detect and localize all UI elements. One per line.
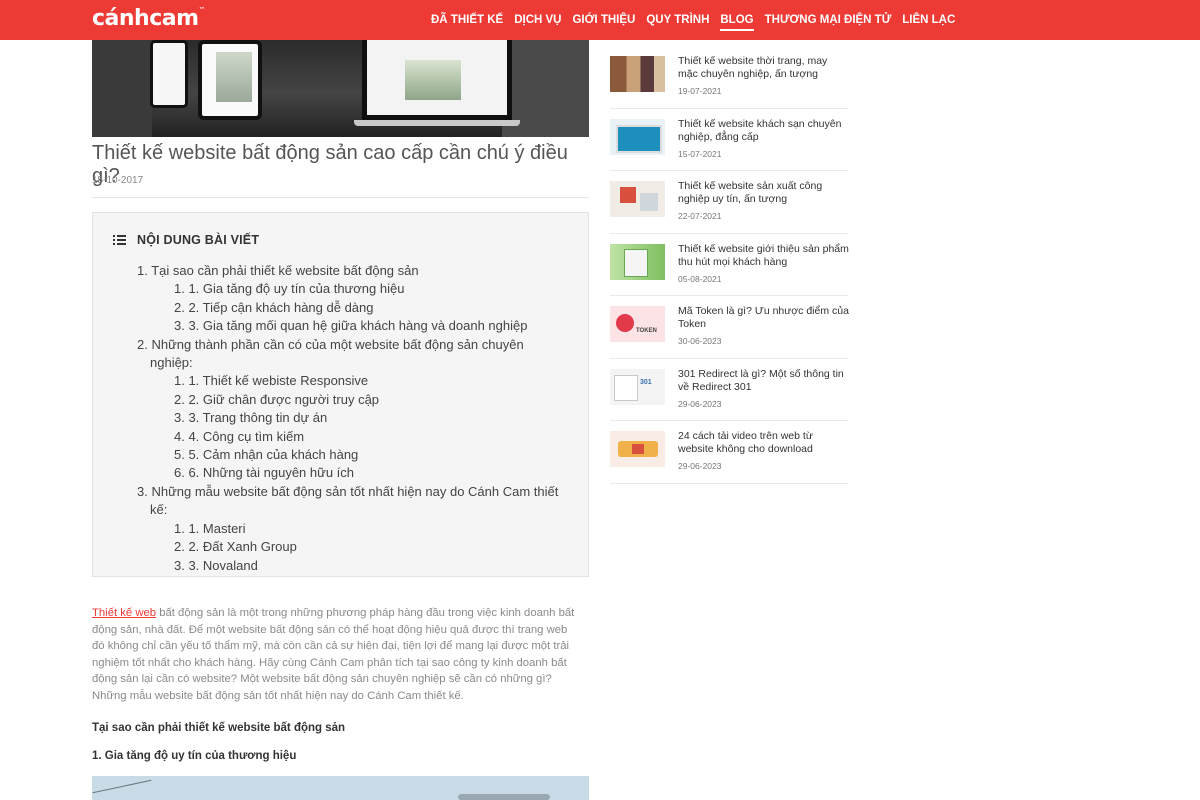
top-nav-bar: cánhcam™ ĐÃ THIẾT KẾ DỊCH VỤ GIỚI THIỆU …: [0, 0, 1200, 40]
post-title[interactable]: Thiết kế website sản xuất công nghiệp uy…: [678, 180, 850, 206]
toc-item[interactable]: 3. 3. Trang thông tin dự án: [137, 409, 562, 427]
post-title[interactable]: Thiết kế website khách sạn chuyên nghiệp…: [678, 118, 850, 144]
list-item[interactable]: Thiết kế website giới thiệu sản phẩm thu…: [610, 234, 850, 296]
post-date: 15-07-2021: [678, 148, 722, 159]
toc-item[interactable]: 3. 3. Novaland: [137, 557, 562, 575]
hero-building-left: [92, 40, 152, 137]
post-date: 29-06-2023: [678, 398, 722, 409]
post-title[interactable]: Thiết kế website giới thiệu sản phẩm thu…: [678, 243, 850, 269]
article-title: Thiết kế website bất động sản cao cấp cầ…: [92, 142, 568, 187]
toc-list: 1. Tại sao cần phải thiết kế website bất…: [137, 262, 562, 575]
toc-item[interactable]: 5. 5. Cảm nhận của khách hàng: [137, 446, 562, 464]
nav-item-da-thiet-ke[interactable]: ĐÃ THIẾT KẾ: [431, 0, 503, 40]
article-intro: Thiết kế web bất động sản là một trong n…: [92, 605, 575, 704]
post-title[interactable]: 24 cách tải video trên web từ website kh…: [678, 430, 850, 456]
post-thumbnail[interactable]: [610, 431, 665, 467]
section-heading: Tại sao cần phải thiết kế website bất độ…: [92, 722, 346, 734]
related-posts-sidebar: Thiết kế website thời trang, may mặc chu…: [610, 46, 850, 484]
hero-phone-mockup: [150, 40, 188, 108]
list-item[interactable]: Thiết kế website thời trang, may mặc chu…: [610, 46, 848, 109]
toc-item[interactable]: 1. 1. Thiết kế webiste Responsive: [137, 372, 562, 390]
hero-laptop-base: [354, 120, 520, 126]
toc-item[interactable]: 2. Những thành phần cần có của một websi…: [137, 336, 562, 373]
toc-item[interactable]: 4. 4. Công cụ tìm kiếm: [137, 428, 562, 446]
divider: [92, 197, 589, 198]
thiet-ke-web-link[interactable]: Thiết kế web: [92, 607, 156, 619]
post-thumbnail[interactable]: [610, 118, 665, 155]
post-thumbnail[interactable]: [610, 243, 665, 280]
post-date: 05-08-2021: [678, 273, 722, 284]
nav-item-lien-lac[interactable]: LIÊN LẠC: [902, 0, 955, 40]
post-date: 29-06-2023: [678, 461, 722, 471]
nav-item-quy-trinh[interactable]: QUY TRÌNH: [646, 0, 709, 40]
list-item[interactable]: 301 301 Redirect là gì? Một số thông tin…: [610, 359, 850, 421]
post-title[interactable]: Mã Token là gì? Ưu nhược điểm của Token: [678, 305, 850, 331]
toc-item[interactable]: 1. 1. Gia tăng độ uy tín của thương hiệu: [137, 280, 562, 298]
post-date: 30-06-2023: [678, 336, 722, 346]
list-item[interactable]: Thiết kế website sản xuất công nghiệp uy…: [610, 171, 848, 234]
post-title[interactable]: Thiết kế website thời trang, may mặc chu…: [678, 55, 850, 81]
list-item[interactable]: 24 cách tải video trên web từ website kh…: [610, 421, 848, 484]
post-thumbnail[interactable]: 301: [610, 368, 665, 405]
toc-header[interactable]: NỘI DUNG BÀI VIẾT: [113, 233, 259, 247]
toc-item[interactable]: 2. 2. Đất Xanh Group: [137, 538, 562, 556]
toc-item[interactable]: 1. 1. Masteri: [137, 520, 562, 538]
toc-item[interactable]: 2. 2. Giữ chân được người truy cập: [137, 391, 562, 409]
site-logo[interactable]: cánhcam™: [92, 6, 205, 31]
post-thumbnail[interactable]: [610, 56, 665, 92]
post-thumbnail[interactable]: [610, 181, 665, 217]
toc-title: NỘI DUNG BÀI VIẾT: [137, 233, 260, 247]
sub-heading: 1. Gia tăng độ uy tín của thương hiệu: [92, 750, 297, 762]
article-hero-image: [92, 40, 589, 137]
post-thumbnail[interactable]: TOKEN: [610, 306, 665, 342]
article-illustration: [92, 776, 589, 800]
nav-item-dich-vu[interactable]: DỊCH VỤ: [514, 0, 561, 40]
nav-item-gioi-thieu[interactable]: GIỚI THIỆU: [572, 0, 635, 40]
toc-item[interactable]: 3. Những mẫu website bất động sản tốt nh…: [137, 483, 562, 520]
hero-laptop-mockup: [362, 40, 512, 120]
toc-item[interactable]: 3. 3. Gia tăng mối quan hệ giữa khách hà…: [137, 317, 562, 335]
nav-item-thuong-mai-dien-tu[interactable]: THƯƠNG MẠI ĐIỆN TỬ: [765, 0, 892, 40]
list-icon: [113, 235, 126, 245]
thumb-301-text: 301: [640, 378, 652, 386]
table-of-contents: NỘI DUNG BÀI VIẾT 1. Tại sao cần phải th…: [92, 212, 589, 577]
list-item[interactable]: TOKEN Mã Token là gì? Ưu nhược điểm của …: [610, 296, 850, 359]
post-date: 22-07-2021: [678, 211, 722, 221]
logo-text: cánhcam: [92, 6, 199, 31]
toc-item[interactable]: 2. 2. Tiếp cận khách hàng dễ dàng: [137, 299, 562, 317]
intro-text: bất động sản là một trong những phương p…: [92, 607, 575, 702]
post-date: 19-07-2021: [678, 86, 722, 96]
list-item[interactable]: Thiết kế website khách sạn chuyên nghiệp…: [610, 109, 850, 171]
post-title[interactable]: 301 Redirect là gì? Một số thông tin về …: [678, 368, 850, 394]
hero-tablet-mockup: [198, 40, 262, 120]
article-date: 15-10-2017: [92, 175, 144, 186]
thumb-token-text: TOKEN: [636, 328, 657, 334]
toc-item[interactable]: 6. 6. Những tài nguyên hữu ích: [137, 464, 562, 482]
main-nav: ĐÃ THIẾT KẾ DỊCH VỤ GIỚI THIỆU QUY TRÌNH…: [431, 0, 966, 40]
toc-item[interactable]: 1. Tại sao cần phải thiết kế website bất…: [137, 262, 562, 280]
nav-item-blog[interactable]: BLOG: [720, 0, 754, 40]
trademark-mark: ™: [198, 6, 206, 14]
